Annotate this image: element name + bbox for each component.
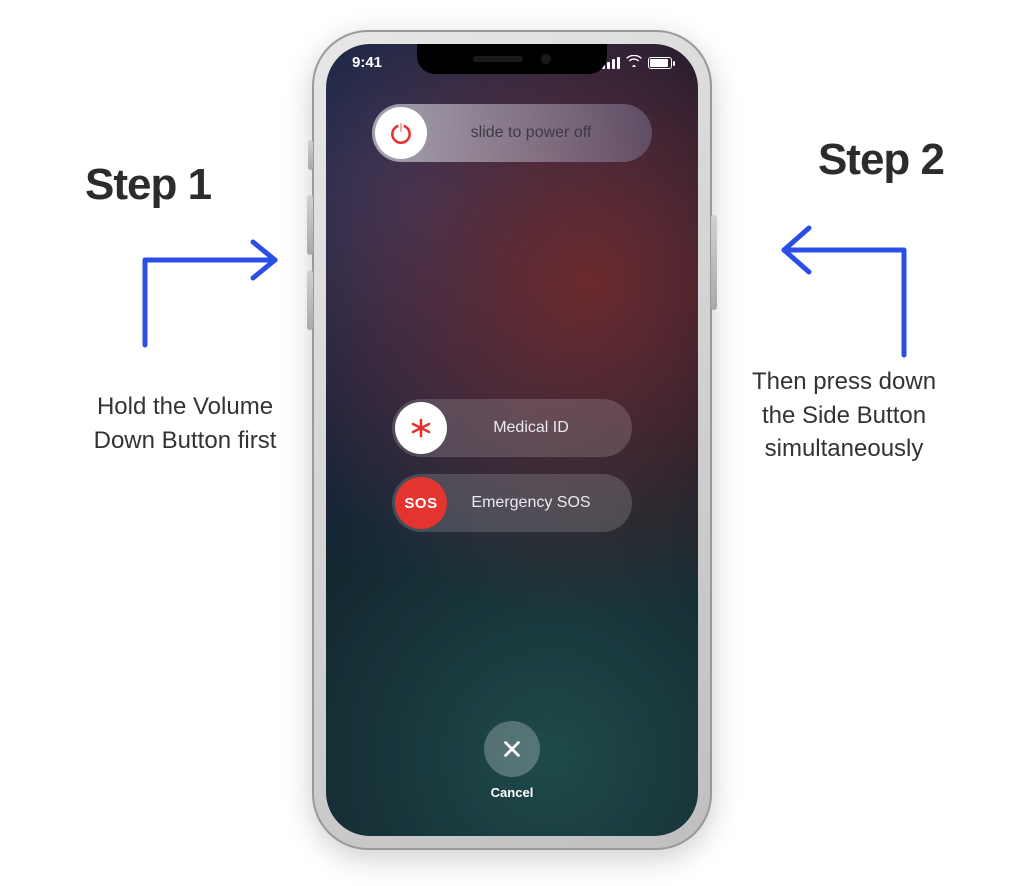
medical-id-label: Medical ID: [450, 419, 632, 437]
cancel-label: Cancel: [491, 785, 534, 800]
step-1-heading: Step 1: [85, 160, 305, 210]
step-2-heading: Step 2: [734, 135, 954, 185]
cancel-area: Cancel: [326, 721, 698, 800]
power-off-label: slide to power off: [430, 124, 652, 142]
arrow-left-icon: [125, 220, 305, 350]
step-2-annotation: Step 2 Then press down the Side Button s…: [734, 135, 954, 466]
volume-up-button[interactable]: [307, 195, 313, 255]
volume-down-button[interactable]: [307, 270, 313, 330]
arrow-right-icon: [754, 190, 924, 360]
emergency-sos-label: Emergency SOS: [450, 494, 632, 512]
sos-icon: SOS: [395, 477, 447, 529]
step-2-description: Then press down the Side Button simultan…: [734, 365, 954, 466]
close-icon: [501, 738, 523, 760]
cancel-button[interactable]: [484, 721, 540, 777]
step-1-annotation: Step 1 Hold the Volume Down Button first: [85, 160, 305, 457]
phone-screen: 9:41 slide to power off: [326, 44, 698, 836]
side-button[interactable]: [711, 215, 717, 310]
wifi-icon: [626, 54, 642, 71]
medical-icon: [395, 402, 447, 454]
medical-id-slider[interactable]: Medical ID: [392, 399, 632, 457]
notch: [417, 44, 607, 74]
power-off-slider[interactable]: slide to power off: [372, 104, 652, 162]
status-time: 9:41: [352, 54, 382, 71]
emergency-sos-slider[interactable]: SOS Emergency SOS: [392, 474, 632, 532]
power-icon: [375, 107, 427, 159]
mute-switch[interactable]: [308, 140, 313, 170]
battery-icon: [648, 57, 672, 69]
phone-frame: 9:41 slide to power off: [312, 30, 712, 850]
step-1-description: Hold the Volume Down Button first: [85, 390, 285, 457]
